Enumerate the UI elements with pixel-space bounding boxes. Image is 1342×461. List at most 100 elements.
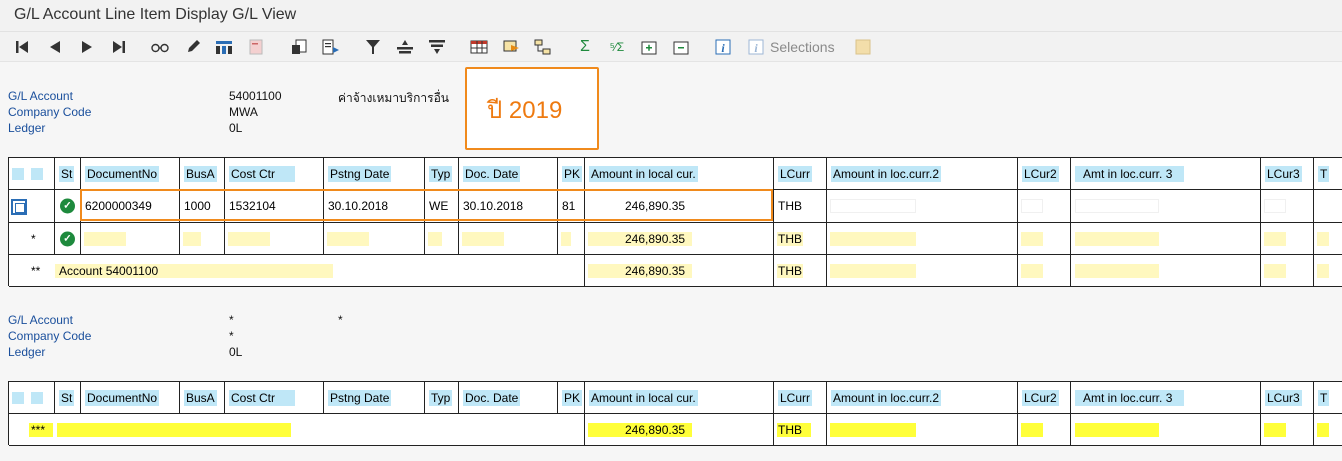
- sort-ascending-icon[interactable]: [395, 37, 415, 57]
- select-all-icon[interactable]: [12, 391, 24, 404]
- note-icon: [853, 37, 873, 57]
- document-no-cell[interactable]: 6200000349: [85, 199, 152, 213]
- col-t[interactable]: T: [1318, 389, 1330, 406]
- status-ok-icon: ✓: [60, 198, 75, 214]
- col-lcur2[interactable]: LCur2: [1022, 389, 1059, 406]
- grand-total-table: St DocumentNo BusA Cost Ctr Pstng Date T…: [8, 381, 1342, 446]
- col-lcurr[interactable]: LCurr: [778, 389, 813, 406]
- gl-account-label: G/L Account: [8, 89, 73, 103]
- col-doc-date[interactable]: Doc. Date: [463, 165, 521, 182]
- select-all-icon[interactable]: [12, 167, 24, 180]
- export-spreadsheet-icon[interactable]: [501, 37, 521, 57]
- ledger-label: Ledger: [8, 345, 46, 359]
- last-page-icon[interactable]: [109, 37, 129, 57]
- col-lcur3[interactable]: LCur3: [1265, 389, 1302, 406]
- col-busa[interactable]: BusA: [184, 165, 217, 182]
- col-cost-ctr[interactable]: Cost Ctr: [229, 165, 296, 182]
- row-select-checkbox[interactable]: [11, 199, 27, 215]
- ledger-label: Ledger: [8, 121, 46, 135]
- col-amount-local[interactable]: Amount in local cur.: [589, 389, 698, 406]
- empty-cell: [830, 199, 916, 213]
- application-toolbar: Σ ⁵⁄Σ i i: [0, 32, 1342, 62]
- col-t[interactable]: T: [1318, 165, 1330, 182]
- col-busa[interactable]: BusA: [184, 389, 217, 406]
- col-cost-ctr[interactable]: Cost Ctr: [229, 389, 296, 406]
- col-lcur2[interactable]: LCur2: [1022, 165, 1059, 182]
- col-lcurr[interactable]: LCurr: [778, 165, 813, 182]
- subtotal-row[interactable]: * ✓ 246,890.35 THB: [9, 223, 1342, 255]
- table-header-row: St DocumentNo BusA Cost Ctr Pstng Date T…: [9, 158, 1342, 190]
- document-icon: [246, 37, 266, 57]
- col-pstng-date[interactable]: Pstng Date: [328, 165, 392, 182]
- info-icon[interactable]: i: [713, 37, 733, 57]
- grand-total-amount: 246,890.35: [625, 422, 686, 437]
- col-amount-local[interactable]: Amount in local cur.: [589, 165, 698, 182]
- company-code-value: *: [229, 329, 234, 343]
- subtotal-icon[interactable]: ⁵⁄Σ: [607, 37, 627, 57]
- doc-date-cell: 30.10.2018: [463, 199, 524, 213]
- col-amt-loc-3[interactable]: Amt in loc.curr. 3: [1075, 389, 1185, 406]
- col-pstng-date[interactable]: Pstng Date: [328, 389, 392, 406]
- table-header-row: St DocumentNo BusA Cost Ctr Pstng Date T…: [9, 382, 1342, 414]
- typ-cell: WE: [429, 199, 449, 213]
- account-total-label: Account 54001100: [59, 263, 159, 278]
- col-documentno[interactable]: DocumentNo: [85, 165, 160, 182]
- col-pk[interactable]: PK: [562, 389, 583, 406]
- gl-account-value: 54001100: [229, 89, 282, 103]
- col-typ[interactable]: Typ: [429, 389, 453, 406]
- gl-account-label: G/L Account: [8, 313, 73, 327]
- col-typ[interactable]: Typ: [429, 165, 453, 182]
- pk-cell: 81: [562, 199, 576, 213]
- previous-page-icon[interactable]: [45, 37, 65, 57]
- empty-cell: [1075, 199, 1159, 213]
- col-st[interactable]: St: [59, 389, 75, 406]
- subtotal-marker: *: [31, 231, 36, 246]
- grand-total-row[interactable]: *** 246,890.35 THB: [9, 414, 1342, 446]
- layout-icon[interactable]: [214, 37, 234, 57]
- sum-icon[interactable]: Σ: [575, 37, 595, 57]
- table-icon[interactable]: [469, 37, 489, 57]
- expand-icon[interactable]: [639, 37, 659, 57]
- col-amt-loc-3[interactable]: Amt in loc.curr. 3: [1075, 165, 1185, 182]
- account-total-row[interactable]: ** Account 54001100 246,890.35 THB: [9, 255, 1342, 287]
- col-pk[interactable]: PK: [562, 165, 583, 182]
- pstng-date-cell: 30.10.2018: [328, 199, 389, 213]
- account-total-marker: **: [31, 263, 41, 278]
- status-ok-icon: ✓: [60, 231, 75, 246]
- col-lcur3[interactable]: LCur3: [1265, 165, 1302, 182]
- col-st[interactable]: St: [59, 165, 75, 182]
- col-documentno[interactable]: DocumentNo: [85, 389, 160, 406]
- account-total-lcurr: THB: [778, 263, 802, 278]
- selections-button[interactable]: Selections: [770, 39, 835, 55]
- table-row[interactable]: ✓ 6200000349 1000 1532104 30.10.2018 WE …: [9, 190, 1342, 223]
- gl-account-value: *: [229, 313, 234, 327]
- ledger-value: 0L: [229, 121, 243, 135]
- export-icon[interactable]: [321, 37, 341, 57]
- account-total-amount: 246,890.35: [625, 263, 686, 278]
- pencil-icon[interactable]: [183, 37, 203, 57]
- collapse-icon[interactable]: [671, 37, 691, 57]
- next-page-icon[interactable]: [77, 37, 97, 57]
- col-doc-date[interactable]: Doc. Date: [463, 389, 521, 406]
- hierarchy-icon[interactable]: [533, 37, 553, 57]
- filter-icon[interactable]: [363, 37, 383, 57]
- window-title: G/L Account Line Item Display G/L View: [14, 6, 297, 23]
- empty-cell: [1021, 199, 1043, 213]
- company-code-label: Company Code: [8, 329, 92, 343]
- year-callout-text: ปี 2019: [487, 97, 563, 124]
- grand-total-lcurr: THB: [778, 422, 802, 437]
- subtotal-amount: 246,890.35: [625, 231, 686, 246]
- amount-cell: 246,890.35: [625, 199, 686, 213]
- gl-account-description: ค่าจ้างเหมาบริการอื่น: [338, 91, 449, 105]
- select-block-icon[interactable]: [31, 391, 43, 404]
- col-amount-loc-2[interactable]: Amount in loc.curr.2: [831, 165, 942, 182]
- select-block-icon[interactable]: [31, 167, 43, 180]
- grand-total-marker: ***: [31, 422, 46, 437]
- col-amount-loc-2[interactable]: Amount in loc.curr.2: [831, 389, 942, 406]
- sort-descending-icon[interactable]: [427, 37, 447, 57]
- glasses-icon[interactable]: [150, 37, 170, 57]
- ledger-value: 0L: [229, 345, 243, 359]
- print-list-icon[interactable]: [289, 37, 309, 57]
- first-page-icon[interactable]: [12, 37, 32, 57]
- company-code-label: Company Code: [8, 105, 92, 119]
